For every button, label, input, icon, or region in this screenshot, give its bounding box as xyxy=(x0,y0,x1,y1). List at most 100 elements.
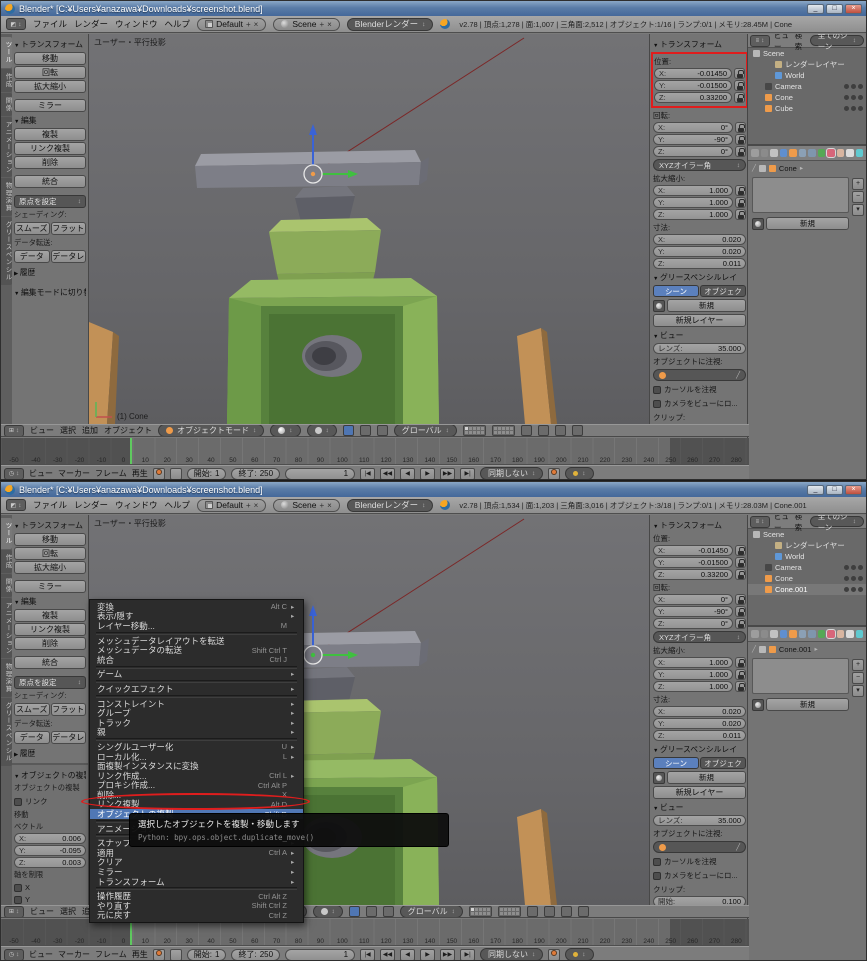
scene-select[interactable]: Scene+× xyxy=(273,18,339,31)
tab-tools[interactable]: ツール xyxy=(1,37,12,68)
panel-duplicate-objects[interactable]: オブジェクトの複製 xyxy=(14,770,86,781)
scale-field[interactable]: Y:1.000 xyxy=(653,669,733,680)
render-icon[interactable] xyxy=(858,565,863,570)
auto-keyframe-button[interactable] xyxy=(153,468,165,480)
new-material-button[interactable]: 新規 xyxy=(766,217,849,230)
auto-keyframe-button[interactable] xyxy=(153,949,165,961)
location-field[interactable]: X:-0.01450 xyxy=(653,545,733,556)
outliner-display-select[interactable]: 全てのシーン↕ xyxy=(810,35,864,46)
editor-type-button[interactable]: ≡↕ xyxy=(750,516,770,528)
gp-new-layer-button[interactable]: 新規レイヤー xyxy=(653,314,746,327)
render-engine-select[interactable]: Blenderレンダー↕ xyxy=(347,18,434,31)
select-menu[interactable]: 選択 xyxy=(60,425,76,436)
context-menu-item[interactable]: クイックエフェクト ▸ xyxy=(90,684,303,694)
material-tab-icon[interactable] xyxy=(827,630,835,638)
select-icon[interactable] xyxy=(851,95,856,100)
vector-field[interactable]: X:0.006 xyxy=(14,833,86,844)
jump-to-start-button[interactable]: |◀ xyxy=(360,468,375,480)
lock-icon[interactable] xyxy=(735,197,746,208)
panel-grease-pencil[interactable]: グリースペンシルレイ xyxy=(653,744,746,755)
scene-tab-icon[interactable] xyxy=(770,149,778,157)
outliner-item-renderlayer[interactable]: レンダーレイヤー xyxy=(748,59,866,70)
dimension-field[interactable]: Y:0.020 xyxy=(653,718,746,729)
jump-to-start-button[interactable]: |◀ xyxy=(360,949,375,961)
manipulator-translate-button[interactable] xyxy=(343,425,354,436)
physics-tab-icon[interactable] xyxy=(856,630,864,638)
rotation-field[interactable]: Y:-90° xyxy=(653,134,733,145)
clip-field[interactable]: 開始:0.100 xyxy=(653,896,746,905)
editor-type-button[interactable]: ◷↕ xyxy=(4,949,24,961)
render-opengl-anim-button[interactable] xyxy=(572,425,583,436)
keying-options-button[interactable] xyxy=(170,949,182,961)
close-button[interactable]: × xyxy=(845,4,862,14)
snap-element-button[interactable] xyxy=(538,425,549,436)
rotation-mode-select[interactable]: XYZオイラー角↕ xyxy=(653,631,746,643)
outliner-item-camera[interactable]: Camera xyxy=(748,562,866,573)
panel-transform[interactable]: トランスフォーム xyxy=(14,39,86,50)
flat-button[interactable]: フラット xyxy=(51,222,87,235)
editor-type-button[interactable]: ⊞↕ xyxy=(4,425,24,437)
panel-edit[interactable]: 編集 xyxy=(14,596,86,607)
timeline-ruler[interactable]: -50-40-30-20-100102030405060708090100110… xyxy=(1,438,749,465)
outliner-display-select[interactable]: 全てのシーン↕ xyxy=(810,516,864,527)
add-slot-button[interactable]: + xyxy=(852,659,864,671)
render-opengl-button[interactable] xyxy=(555,425,566,436)
context-menu-item[interactable]: 親 ▸ xyxy=(90,728,303,738)
panel-view[interactable]: ビュー xyxy=(653,802,746,813)
next-keyframe-button[interactable]: ▶▶ xyxy=(440,949,455,961)
editor-type-button[interactable]: ◩↕ xyxy=(6,499,26,511)
panel-edit-mode[interactable]: 編集モードに切り替え xyxy=(14,287,86,298)
snap-element-button[interactable] xyxy=(544,906,555,917)
eye-icon[interactable] xyxy=(844,576,849,581)
render-layers-tab-icon[interactable] xyxy=(761,149,769,157)
manipulator-translate-button[interactable] xyxy=(349,906,360,917)
lock-icon[interactable] xyxy=(735,209,746,220)
lock-object-field[interactable]: ╱ xyxy=(653,841,746,853)
current-frame-field[interactable]: 1 xyxy=(285,949,355,961)
scale-field[interactable]: X:1.000 xyxy=(653,657,733,668)
material-slot-list[interactable] xyxy=(752,177,849,213)
remove-slot-button[interactable]: − xyxy=(852,672,864,684)
axis-checkbox-row[interactable]: X xyxy=(14,883,86,892)
dimension-field[interactable]: X:0.020 xyxy=(653,234,746,245)
render-icon[interactable] xyxy=(858,587,863,592)
orientation-select[interactable]: グローバル↕ xyxy=(400,905,463,918)
lock-icon[interactable] xyxy=(735,606,746,617)
view-menu[interactable]: ビュー xyxy=(30,906,54,917)
data-layout-button[interactable]: データレ xyxy=(51,731,87,744)
outliner-item-camera[interactable]: Camera xyxy=(748,81,866,92)
lock-object-field[interactable]: ╱ xyxy=(653,369,746,381)
tab-grease-pencil[interactable]: グリースペンシル xyxy=(1,217,12,285)
tool-button[interactable]: 削除 xyxy=(14,637,86,650)
manipulator-rotate-button[interactable] xyxy=(360,425,371,436)
gp-new-button[interactable]: 新規 xyxy=(667,771,746,784)
add-menu[interactable]: 追加 xyxy=(82,425,98,436)
gp-object-button[interactable]: オブジェクト xyxy=(700,285,746,297)
outliner-item-cone[interactable]: Cone xyxy=(748,92,866,103)
pivot-select[interactable]: ↕ xyxy=(307,424,337,437)
tool-button[interactable]: 回転 xyxy=(14,66,86,79)
panel-view[interactable]: ビュー xyxy=(653,330,746,341)
object-tab-icon[interactable] xyxy=(789,630,797,638)
tool-button[interactable]: 複製 xyxy=(14,128,86,141)
screen-layout-select[interactable]: Default+× xyxy=(197,18,266,31)
render-layers-tab-icon[interactable] xyxy=(761,630,769,638)
next-keyframe-button[interactable]: ▶▶ xyxy=(440,468,455,480)
modifiers-tab-icon[interactable] xyxy=(808,149,816,157)
play-reverse-button[interactable]: ◀ xyxy=(400,949,415,961)
axis-checkbox-row[interactable]: Y xyxy=(14,895,86,904)
smooth-button[interactable]: スムーズ xyxy=(14,222,50,235)
context-menu-item[interactable]: 元に戻す Ctrl Z xyxy=(90,911,303,921)
panel-transform-np[interactable]: トランスフォーム xyxy=(653,520,746,531)
texture-tab-icon[interactable] xyxy=(837,630,845,638)
timeline-playback-menu[interactable]: 再生 xyxy=(132,468,148,479)
manipulator-scale-button[interactable] xyxy=(377,425,388,436)
tool-button[interactable]: 複製 xyxy=(14,609,86,622)
dimension-field[interactable]: Z:0.011 xyxy=(653,258,746,269)
lock-icon[interactable] xyxy=(735,594,746,605)
lock-icon[interactable] xyxy=(735,185,746,196)
lock-icon[interactable] xyxy=(735,569,746,580)
eye-icon[interactable] xyxy=(844,106,849,111)
title-bar[interactable]: Blender* [C:¥Users¥anazawa¥Downloads¥scr… xyxy=(1,1,866,16)
sync-select[interactable]: 同期しない↕ xyxy=(480,948,543,961)
